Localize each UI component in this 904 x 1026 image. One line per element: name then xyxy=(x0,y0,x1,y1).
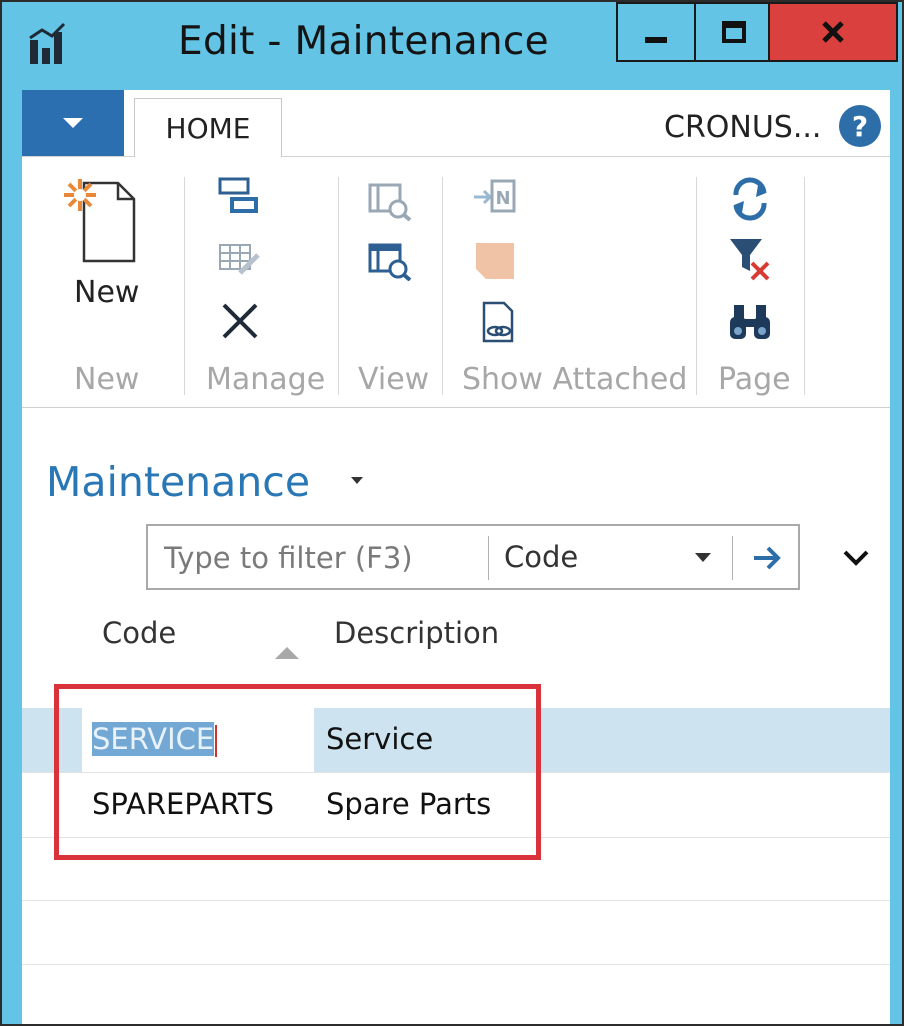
minimize-button[interactable] xyxy=(616,2,696,62)
expand-chevron-icon[interactable] xyxy=(842,548,870,568)
edit-list-icon[interactable] xyxy=(216,177,262,217)
apply-filter-arrow-icon[interactable] xyxy=(750,542,784,574)
ribbon: New New Manage View N Show Attached Page xyxy=(22,157,890,408)
filter-bar: Code xyxy=(146,524,800,590)
page-title: Maintenance xyxy=(46,458,311,506)
filter-separator xyxy=(732,536,733,580)
find-icon[interactable] xyxy=(726,301,774,341)
page-content: Maintenance Code Code Description SERVIC… xyxy=(22,408,890,1024)
edit-icon xyxy=(219,244,260,275)
group-label-view: View xyxy=(358,362,430,397)
group-label-show-attached: Show Attached xyxy=(462,362,688,397)
view-icon xyxy=(368,183,412,221)
ribbon-tab-bar: HOME CRONUS... ? xyxy=(22,90,890,157)
delete-icon[interactable] xyxy=(220,301,260,341)
links-icon xyxy=(482,301,514,343)
column-header-description[interactable]: Description xyxy=(334,616,499,650)
group-separator xyxy=(338,177,339,395)
group-separator xyxy=(184,177,185,395)
company-name[interactable]: CRONUS... xyxy=(664,110,821,145)
tab-home[interactable]: HOME xyxy=(134,98,282,157)
app-icon xyxy=(29,22,66,64)
notes-icon xyxy=(476,243,514,279)
filter-input[interactable] xyxy=(164,538,464,578)
view-menu-dropdown-icon[interactable] xyxy=(350,476,364,486)
group-label-manage: Manage xyxy=(206,362,326,397)
window-title: Edit - Maintenance xyxy=(178,19,549,64)
empty-row-divider xyxy=(22,964,890,965)
svg-text:N: N xyxy=(495,188,510,209)
close-button[interactable] xyxy=(768,2,898,62)
clear-filter-icon[interactable] xyxy=(728,237,774,283)
group-separator xyxy=(442,177,443,395)
group-label-page: Page xyxy=(718,362,791,397)
chevron-down-icon[interactable] xyxy=(694,552,712,564)
group-separator xyxy=(696,177,697,395)
refresh-icon[interactable] xyxy=(728,177,772,221)
annotation-highlight-box xyxy=(54,684,541,860)
maximize-icon xyxy=(722,21,746,43)
filter-field-select[interactable]: Code xyxy=(504,540,578,574)
minimize-icon xyxy=(645,37,667,43)
svg-text:?: ? xyxy=(852,110,868,143)
view-list-icon[interactable] xyxy=(368,241,414,281)
empty-row-divider xyxy=(22,900,890,901)
application-menu-button[interactable] xyxy=(22,90,124,156)
close-icon xyxy=(822,21,844,43)
dropdown-arrow-icon xyxy=(63,118,83,128)
onenote-icon: N xyxy=(474,179,516,213)
group-label-new: New xyxy=(74,362,140,397)
filter-separator xyxy=(488,536,489,580)
help-icon[interactable]: ? xyxy=(838,104,882,148)
window: Edit - Maintenance HOME CRONUS... ? New … xyxy=(0,0,904,1026)
new-document-icon[interactable] xyxy=(60,175,142,265)
group-separator xyxy=(804,177,805,395)
title-bar[interactable]: Edit - Maintenance xyxy=(2,2,902,90)
sort-ascending-icon xyxy=(275,647,299,659)
new-action-label[interactable]: New xyxy=(74,275,139,310)
column-header-code[interactable]: Code xyxy=(102,616,176,650)
maximize-button[interactable] xyxy=(694,2,774,62)
